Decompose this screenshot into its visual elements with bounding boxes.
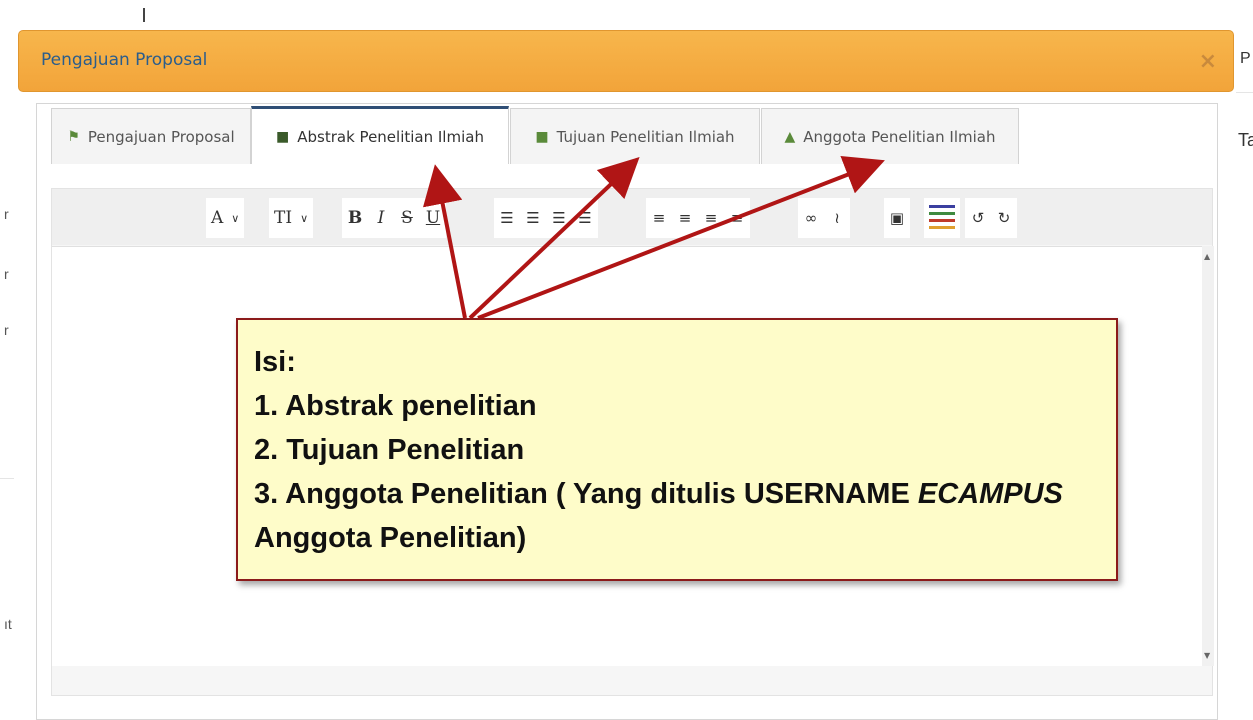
background-fragment: r: [4, 266, 9, 282]
font-group: A ∨: [206, 198, 245, 238]
outdent-icon[interactable]: ☰: [546, 198, 572, 238]
background-divider: [0, 478, 14, 479]
background-divider: [1236, 92, 1253, 93]
align-right-icon[interactable]: ≡: [698, 198, 724, 238]
align-left-icon[interactable]: ≡: [646, 198, 672, 238]
scroll-down-icon[interactable]: ▼: [1204, 651, 1210, 660]
bullhorn-icon: ⚑: [67, 128, 80, 145]
undo-icon[interactable]: ↺: [965, 198, 991, 238]
modal-header: Pengajuan Proposal ×: [18, 30, 1234, 92]
user-icon: ▲: [784, 128, 796, 145]
color-bars-icon: [929, 205, 955, 229]
image-group: ▣: [884, 198, 910, 238]
font-family-button[interactable]: A ∨: [206, 198, 244, 238]
indent-icon[interactable]: ☰: [572, 198, 598, 238]
tab-label: Abstrak Penelitian Ilmiah: [297, 127, 484, 146]
tab-tujuan[interactable]: ■ Tujuan Penelitian Ilmiah: [510, 108, 760, 164]
tab-pengajuan-proposal[interactable]: ⚑ Pengajuan Proposal: [51, 108, 251, 164]
background-fragment: ıt: [4, 616, 12, 632]
callout-item-3: 3. Anggota Penelitian ( Yang ditulis USE…: [254, 472, 1100, 516]
background-fragment: Ta: [1238, 130, 1253, 150]
italic-button[interactable]: I: [368, 198, 394, 238]
tab-bar: ⚑ Pengajuan Proposal ■ Abstrak Penelitia…: [37, 104, 1217, 164]
underline-button[interactable]: U: [420, 198, 446, 238]
callout-item: Anggota Penelitian): [254, 522, 527, 554]
background-fragment: r: [4, 206, 9, 222]
chevron-down-icon: ∨: [231, 211, 240, 225]
instruction-callout: Isi: 1. Abstrak penelitian 2. Tujuan Pen…: [236, 318, 1118, 581]
callout-item: 1. Abstrak penelitian: [254, 390, 537, 422]
callout-item-text: 3. Anggota Penelitian ( Yang ditulis USE…: [254, 478, 918, 510]
format-group: B I S U: [342, 198, 446, 238]
tab-label: Tujuan Penelitian Ilmiah: [556, 127, 735, 146]
font-size-icon: TI: [274, 208, 293, 228]
strikethrough-button[interactable]: S: [394, 198, 420, 238]
tab-abstrak[interactable]: ■ Abstrak Penelitian Ilmiah: [251, 106, 509, 164]
close-icon[interactable]: ×: [1199, 49, 1217, 74]
tab-label: Pengajuan Proposal: [87, 127, 235, 146]
callout-heading: Isi:: [254, 346, 296, 378]
background-fragment: P: [1240, 50, 1251, 67]
background-tick: [143, 8, 145, 22]
font-icon: A: [211, 208, 224, 228]
tab-label: Anggota Penelitian Ilmiah: [803, 127, 996, 146]
align-justify-icon[interactable]: ≡: [724, 198, 750, 238]
tab-anggota[interactable]: ▲ Anggota Penelitian Ilmiah: [761, 108, 1019, 164]
link-icon[interactable]: ∞: [798, 198, 824, 238]
book-icon: ■: [535, 128, 549, 145]
editor-toolbar: A ∨ TI ∨ B I S U ☰ ☰ ☰ ☰ ≡ ≡ ≡ ≡ ∞ ≀ ▣ ↺…: [52, 189, 1212, 245]
callout-item: 2. Tujuan Penelitian: [254, 434, 525, 466]
unlink-icon[interactable]: ≀: [824, 198, 850, 238]
history-group: ↺ ↻: [965, 198, 1017, 238]
numbered-list-icon[interactable]: ☰: [520, 198, 546, 238]
bullet-list-icon[interactable]: ☰: [494, 198, 520, 238]
color-group: [924, 198, 960, 238]
link-group: ∞ ≀: [798, 198, 850, 238]
color-icon[interactable]: [924, 198, 960, 238]
chevron-down-icon: ∨: [300, 211, 309, 225]
list-group: ☰ ☰ ☰ ☰: [494, 198, 598, 238]
modal-title: Pengajuan Proposal: [41, 50, 208, 70]
image-icon[interactable]: ▣: [884, 198, 910, 238]
book-icon: ■: [276, 128, 290, 145]
bold-button[interactable]: B: [342, 198, 368, 238]
scroll-up-icon[interactable]: ▲: [1204, 252, 1210, 261]
editor-scrollbar[interactable]: ▲ ▼: [1202, 246, 1214, 666]
font-size-group: TI ∨: [269, 198, 314, 238]
redo-icon[interactable]: ↻: [991, 198, 1017, 238]
align-group: ≡ ≡ ≡ ≡: [646, 198, 750, 238]
callout-item-emphasis: ECAMPUS: [917, 478, 1063, 510]
background-fragment: r: [4, 322, 9, 338]
font-size-button[interactable]: TI ∨: [269, 198, 313, 238]
align-center-icon[interactable]: ≡: [672, 198, 698, 238]
